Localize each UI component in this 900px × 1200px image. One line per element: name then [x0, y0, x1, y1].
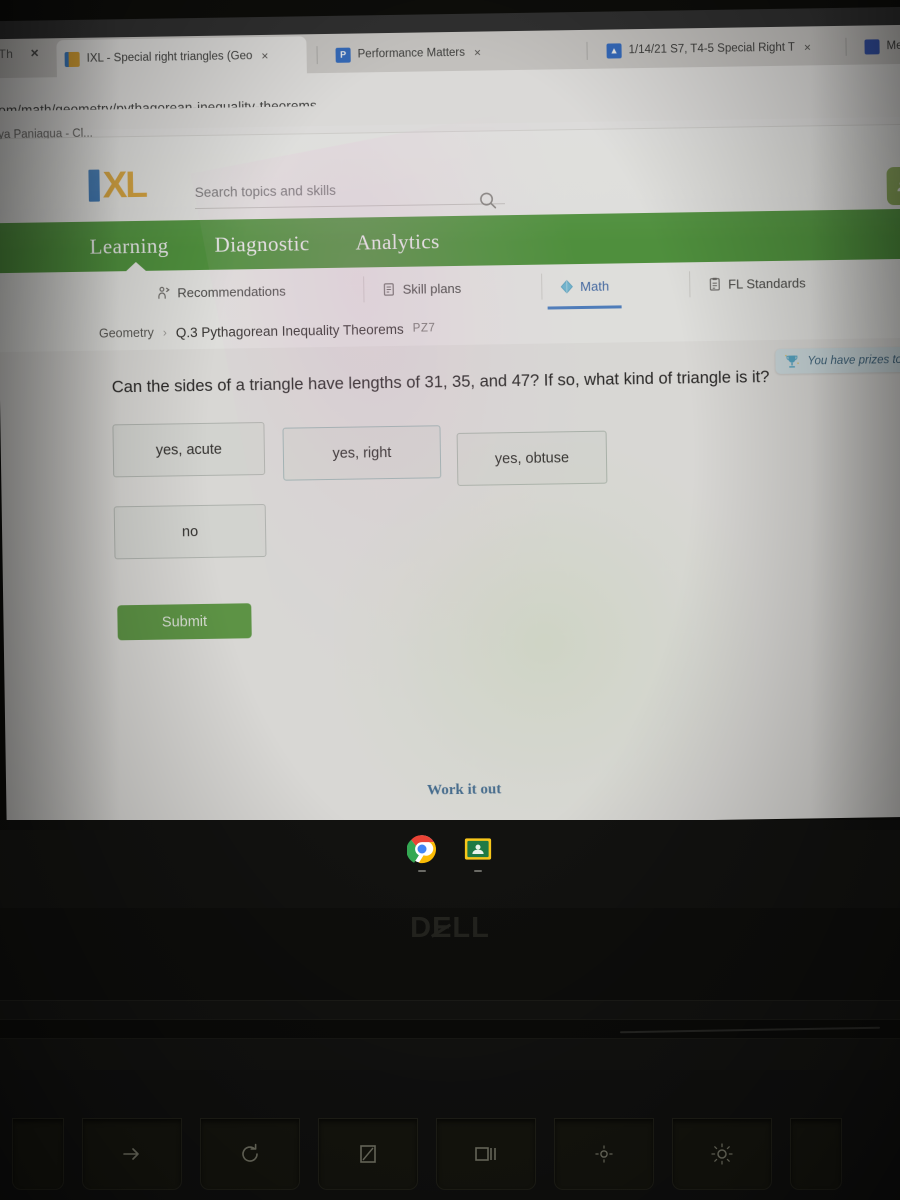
browser-tab-performance-matters[interactable]: P Performance Matters × [327, 32, 578, 74]
window-overview-icon [475, 1147, 496, 1161]
ixl-favicon [64, 51, 80, 67]
laptop-screen: Th × IXL - Special right triangles (Geo … [0, 6, 900, 832]
nav-diagnostic[interactable]: Diagnostic [214, 231, 309, 257]
fullscreen-icon [360, 1145, 376, 1163]
math-diamond-icon [560, 280, 573, 294]
subnav-item-fl-standards[interactable]: FL Standards [689, 260, 824, 307]
answer-choice-yes-acute[interactable]: yes, acute [112, 422, 266, 478]
close-icon[interactable]: × [804, 40, 811, 54]
logo-text: XL [102, 163, 147, 206]
ixl-page: XL Learning Diagnostic Analytics [0, 124, 900, 832]
breadcrumb-subject[interactable]: Geometry [99, 326, 154, 341]
trophy-icon [785, 354, 799, 368]
photograph-of-chromebook: Th × IXL - Special right triangles (Geo … [0, 0, 900, 1200]
dell-brand-logo: DELL [0, 912, 900, 945]
dell-logo-e: E [432, 912, 453, 944]
fullscreen-key[interactable] [318, 1118, 418, 1190]
subnav-label: Math [580, 278, 610, 295]
brightness-up-key[interactable] [672, 1118, 772, 1190]
search-input[interactable] [194, 180, 505, 201]
search-icon[interactable] [477, 189, 499, 211]
chrome-icon[interactable] [406, 834, 437, 872]
reload-key[interactable] [200, 1118, 300, 1190]
drive-favicon: ▲ [606, 42, 622, 59]
subnav-item-recommendations[interactable]: Recommendations [138, 268, 304, 316]
answer-choice-yes-right[interactable]: yes, right [282, 425, 442, 481]
dell-logo-d: D [410, 912, 433, 944]
browser-tab-drive-doc[interactable]: ▲ 1/14/21 S7, T4-5 Special Right T × [598, 28, 839, 70]
forward-arrow-icon [123, 1148, 139, 1160]
subnav-label: FL Standards [727, 275, 806, 292]
browser-tab-label: IXL - Special right triangles (Geo [86, 50, 253, 65]
prize-banner-text: You have prizes to re [807, 353, 900, 367]
browser-tab-meet[interactable]: Mee [856, 27, 900, 66]
breadcrumb-skill-name: Q.3 Pythagorean Inequality Theorems [175, 321, 404, 340]
question-area: Can the sides of a triangle have lengths… [0, 337, 900, 815]
answer-choice-yes-obtuse[interactable]: yes, obtuse [456, 430, 608, 487]
window-overview-key[interactable] [436, 1118, 536, 1190]
meet-favicon [864, 38, 880, 55]
partial-left-tab-close-icon[interactable]: × [30, 44, 38, 60]
browser-tab-label: Mee [886, 39, 900, 53]
answer-choices: yes, acute yes, right yes, obtuse no [112, 416, 674, 560]
logo-blue-bar [88, 169, 100, 202]
hinge-light-streak [620, 1026, 880, 1034]
account-avatar-button[interactable] [886, 166, 900, 206]
work-it-out-link[interactable]: Work it out [6, 775, 900, 806]
nav-analytics[interactable]: Analytics [355, 229, 439, 255]
subnav-label: Recommendations [177, 283, 286, 301]
browser-tab-label: 1/14/21 S7, T4-5 Special Right T [628, 41, 796, 57]
subnav-item-skill-plans[interactable]: Skill plans [363, 266, 479, 313]
nav-learning[interactable]: Learning [89, 233, 168, 259]
forward-arrow-key[interactable] [82, 1118, 182, 1190]
app-running-indicator [418, 870, 426, 872]
app-running-indicator [474, 870, 482, 872]
breadcrumb-separator-icon: › [162, 325, 167, 340]
brightness-down-key[interactable] [554, 1118, 654, 1190]
google-classroom-icon[interactable] [463, 834, 493, 872]
performance-matters-favicon: P [335, 47, 351, 63]
chromeos-shelf [0, 820, 900, 908]
close-icon[interactable]: × [261, 49, 268, 63]
browser-tab-ixl[interactable]: IXL - Special right triangles (Geo × [56, 36, 307, 79]
ixl-logo[interactable]: XL [88, 163, 147, 206]
person-icon [897, 181, 900, 192]
ixl-header: XL [0, 124, 900, 224]
browser-tab-label: Performance Matters [357, 46, 466, 61]
brightness-down-icon [595, 1145, 613, 1163]
submit-button[interactable]: Submit [117, 603, 252, 641]
standards-icon [709, 277, 720, 291]
laptop-hinge [0, 1000, 900, 1070]
close-icon[interactable]: × [474, 46, 481, 60]
partial-left-tab-label: Th [0, 46, 14, 62]
subnav-label: Skill plans [402, 280, 462, 297]
search-field-wrapper[interactable] [194, 179, 505, 210]
function-key-partial-left[interactable] [12, 1118, 64, 1190]
dell-logo-ll: LL [452, 912, 490, 944]
answer-choice-no[interactable]: no [113, 504, 267, 560]
recommendations-icon [158, 286, 170, 299]
breadcrumb-skill-code: PZ7 [412, 322, 436, 335]
function-key-partial-right[interactable] [790, 1118, 842, 1190]
reload-icon [242, 1143, 258, 1162]
skill-plans-icon [384, 283, 395, 296]
prize-banner[interactable]: You have prizes to re [775, 346, 900, 374]
laptop-keyboard [0, 1070, 900, 1200]
brightness-up-icon [711, 1143, 733, 1165]
subnav-item-math[interactable]: Math [541, 263, 628, 309]
